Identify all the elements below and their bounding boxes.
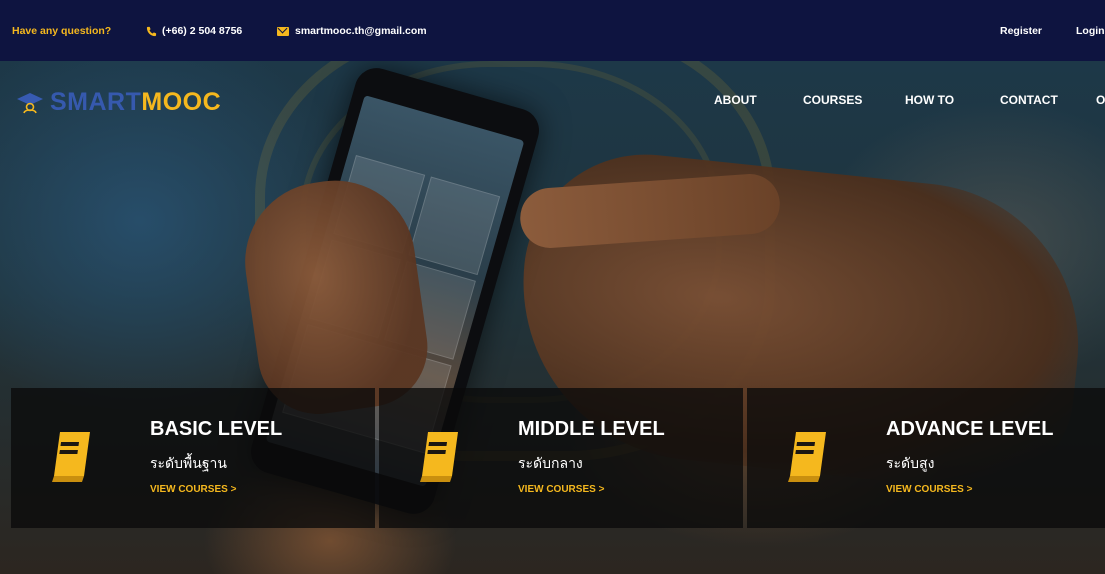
phone-contact[interactable]: (+66) 2 504 8756 [146, 25, 242, 37]
book-icon [52, 432, 90, 482]
nav-how-to[interactable]: HOW TO [905, 93, 954, 107]
view-courses-link[interactable]: VIEW COURSES > [150, 484, 236, 495]
nav-more[interactable]: O [1096, 93, 1105, 107]
book-icon [788, 432, 826, 482]
level-title: MIDDLE LEVEL [518, 418, 665, 440]
email-contact[interactable]: smartmooc.th@gmail.com [277, 25, 427, 37]
book-icon [420, 432, 458, 482]
question-text: Have any question? [12, 25, 112, 37]
level-subtitle: ระดับสูง [886, 455, 935, 471]
main-nav: ABOUT COURSES HOW TO CONTACT O [0, 93, 1105, 113]
level-title: BASIC LEVEL [150, 418, 283, 440]
register-link[interactable]: Register [1000, 25, 1042, 37]
level-subtitle: ระดับกลาง [518, 455, 583, 471]
level-title: ADVANCE LEVEL [886, 418, 1054, 440]
view-courses-link[interactable]: VIEW COURSES > [886, 484, 972, 495]
email-icon [277, 26, 289, 36]
level-subtitle: ระดับพื้นฐาน [150, 455, 227, 471]
level-card-middle[interactable]: MIDDLE LEVEL ระดับกลาง VIEW COURSES > [379, 388, 743, 528]
login-link[interactable]: Login [1076, 25, 1105, 37]
view-courses-link[interactable]: VIEW COURSES > [518, 484, 604, 495]
level-card-advance[interactable]: ADVANCE LEVEL ระดับสูง VIEW COURSES > [747, 388, 1105, 528]
level-card-basic[interactable]: BASIC LEVEL ระดับพื้นฐาน VIEW COURSES > [11, 388, 375, 528]
nav-courses[interactable]: COURSES [803, 93, 862, 107]
nav-contact[interactable]: CONTACT [1000, 93, 1058, 107]
email-address: smartmooc.th@gmail.com [295, 25, 427, 37]
phone-number: (+66) 2 504 8756 [162, 25, 243, 37]
phone-icon [146, 26, 157, 36]
top-bar: Have any question? (+66) 2 504 8756 smar… [0, 0, 1105, 61]
nav-about[interactable]: ABOUT [714, 93, 757, 107]
